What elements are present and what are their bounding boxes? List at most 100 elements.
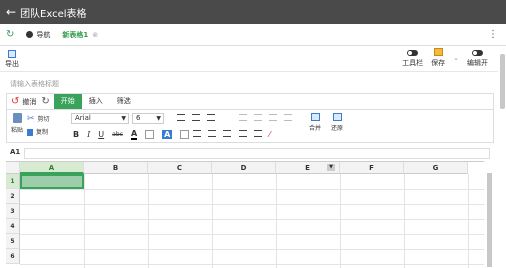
column-header-g[interactable]: G [404, 162, 468, 174]
back-arrow-icon[interactable]: ← [6, 5, 16, 19]
fill-color-dropdown[interactable] [180, 130, 190, 139]
scrollbar-thumb[interactable] [487, 173, 492, 267]
fill-color-button[interactable]: A [162, 130, 173, 139]
row-header-1[interactable]: 1 [6, 174, 20, 189]
export-button[interactable]: 导出 [5, 50, 19, 69]
close-tab-icon[interactable]: ⊗ [92, 31, 98, 39]
cell-reference: A1 [10, 148, 21, 156]
align-right-icon[interactable] [207, 114, 215, 121]
save-button[interactable]: 保存 [431, 48, 445, 68]
toolbar-toggle[interactable]: 工具栏 [402, 50, 423, 68]
border-icon[interactable] [239, 114, 247, 121]
copy-label: 复制 [36, 129, 49, 136]
export-label: 导出 [5, 60, 19, 68]
undo-button[interactable]: ↺ 撤消 ↻ [7, 96, 54, 107]
nav-button[interactable]: 导航 [26, 30, 50, 40]
gridline [20, 219, 484, 220]
merge-label: 合并 [309, 125, 322, 132]
grid-icon[interactable] [239, 130, 247, 137]
clear-format-icon[interactable]: ⁄ [269, 130, 277, 139]
indent-group [239, 114, 292, 121]
row-header-2[interactable]: 2 [6, 189, 20, 204]
align-middle-icon[interactable] [208, 130, 216, 137]
align-left-icon[interactable] [177, 114, 185, 121]
merge-button[interactable]: 合并 [309, 113, 321, 132]
spreadsheet-grid[interactable]: A B C D E ▼ F G 1 2 3 4 5 6 [6, 161, 484, 268]
scrollbar-thumb[interactable] [500, 54, 505, 109]
font-size-select[interactable]: 6 ▼ [132, 113, 164, 124]
tab-start[interactable]: 开始 [53, 94, 82, 109]
border-icon[interactable] [284, 114, 292, 121]
refresh-icon[interactable]: ↻ [6, 29, 14, 40]
column-header-c[interactable]: C [148, 162, 212, 174]
table-title-input[interactable]: 请输入表格标题 [10, 79, 59, 89]
column-header-f[interactable]: F [340, 162, 404, 174]
border-icon[interactable] [269, 114, 277, 121]
row-header-4[interactable]: 4 [6, 219, 20, 234]
filter-dropdown-icon[interactable]: ▼ [327, 164, 335, 171]
underline-button[interactable]: U [98, 130, 104, 139]
border-group: ⁄ [239, 130, 277, 139]
align-center-icon[interactable] [192, 114, 200, 121]
cut-button[interactable]: ✂ 剪切 [27, 113, 50, 126]
formula-input[interactable] [24, 148, 490, 159]
nav-label: 导航 [36, 30, 51, 39]
page-vertical-scrollbar[interactable] [500, 46, 505, 267]
select-all-corner[interactable] [6, 162, 20, 174]
undo-label: 撤消 [22, 97, 37, 106]
grid-vertical-scrollbar[interactable] [486, 161, 493, 267]
redo-icon[interactable]: ↻ [41, 96, 49, 107]
font-color-dropdown[interactable] [145, 130, 155, 139]
tab-filter[interactable]: 筛选 [110, 94, 138, 109]
toggle-icon [472, 50, 483, 56]
scissors-icon: ✂ [27, 114, 35, 124]
bold-button[interactable]: B [73, 130, 79, 139]
restore-button[interactable]: 还原 [331, 113, 343, 132]
formula-bar: A1 [6, 148, 494, 160]
app-title: 团队Excel表格 [20, 8, 87, 20]
copy-button[interactable]: 复制 [27, 126, 50, 139]
tab-insert[interactable]: 插入 [82, 94, 110, 109]
tab-bar: ↻ 导航 新表格1 ⊗ ⋮ [0, 24, 506, 46]
edit-toggle[interactable]: 编辑开 [467, 50, 488, 68]
ribbon-body: 粘贴 ✂ 剪切 复制 Arial ▼ 6 ▼ B I U abc A A ⁄ 合… [7, 110, 493, 143]
vertical-align-group [193, 130, 231, 137]
tab-sheet1[interactable]: 新表格1 ⊗ [62, 30, 98, 40]
edit-toggle-label: 编辑开 [467, 59, 488, 67]
cut-label: 剪切 [37, 116, 50, 123]
column-header-e[interactable]: E ▼ [276, 162, 340, 174]
gridline [20, 264, 484, 265]
paste-icon [12, 113, 22, 123]
italic-button[interactable]: I [87, 130, 90, 139]
save-dropdown-chevron-icon[interactable]: ⌄ [453, 54, 459, 62]
ribbon-tabs: ↺ 撤消 ↻ 开始 插入 筛选 [7, 94, 493, 110]
toggle-icon [407, 50, 419, 56]
row-header-3[interactable]: 3 [6, 204, 20, 219]
more-menu-icon[interactable]: ⋮ [488, 29, 498, 40]
align-bottom-icon[interactable] [223, 130, 231, 137]
row-header-6[interactable]: 6 [6, 249, 20, 264]
column-header-a[interactable]: A [20, 162, 84, 174]
restore-icon [332, 113, 342, 121]
column-header-b[interactable]: B [84, 162, 148, 174]
font-color-button[interactable]: A [130, 129, 138, 140]
save-icon [433, 48, 443, 56]
paste-button[interactable]: 粘贴 [11, 113, 23, 134]
chevron-down-icon: ▼ [156, 115, 161, 122]
ribbon: ↺ 撤消 ↻ 开始 插入 筛选 粘贴 ✂ 剪切 复制 Arial ▼ 6 ▼ B… [6, 93, 494, 143]
top-toolbar: 导出 工具栏 保存 ⌄ 编辑开 [0, 46, 498, 72]
column-header-d[interactable]: D [212, 162, 276, 174]
undo-icon: ↺ [11, 96, 20, 107]
row-header-5[interactable]: 5 [6, 234, 20, 249]
merge-icon [310, 113, 320, 121]
tab-sheet1-label: 新表格1 [62, 30, 89, 39]
nav-icon [26, 31, 34, 38]
align-top-icon[interactable] [193, 130, 201, 137]
chevron-down-icon: ▼ [121, 115, 126, 122]
active-cell[interactable] [20, 174, 84, 189]
border-icon[interactable] [254, 114, 262, 121]
font-family-select[interactable]: Arial ▼ [71, 113, 129, 124]
strikethrough-button[interactable]: abc [112, 131, 123, 138]
border-all-icon[interactable] [254, 130, 262, 137]
gridline [20, 189, 484, 190]
